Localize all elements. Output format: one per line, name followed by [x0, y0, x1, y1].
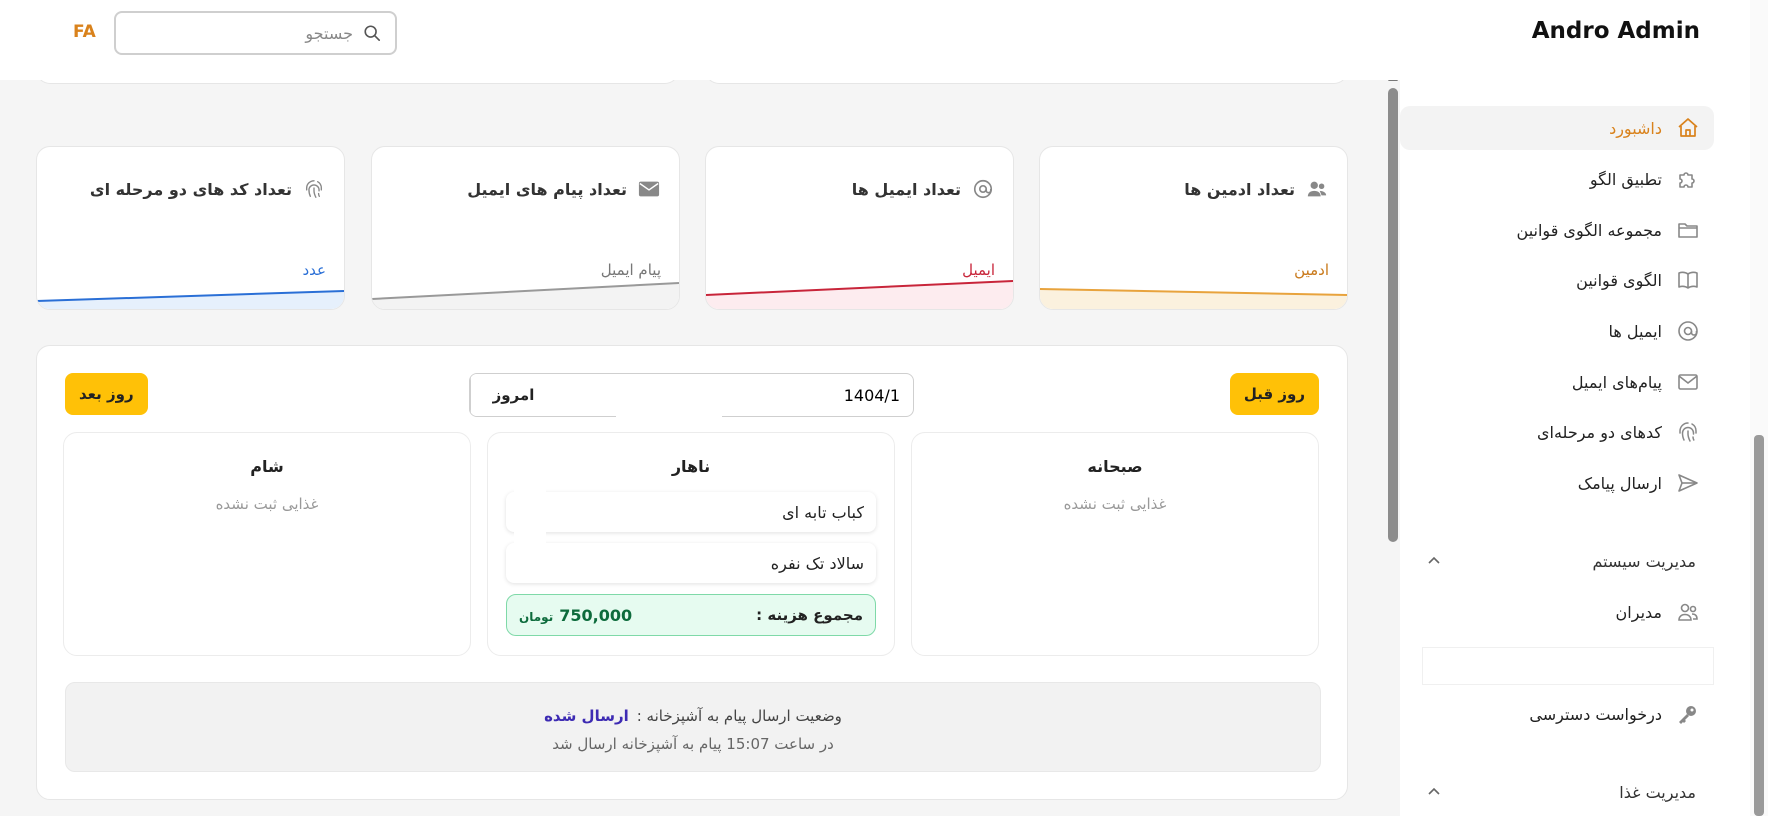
redaction-mask: [616, 375, 722, 417]
envelope-icon: [637, 177, 661, 201]
date-input[interactable]: [556, 374, 913, 416]
scrollbar-thumb[interactable]: [1388, 88, 1398, 542]
section-food-management[interactable]: مدیریت غذا: [1426, 777, 1696, 807]
total-cost-box: مجموع هزینه : 750,000 تومان: [506, 594, 876, 636]
stat-sparkline: [706, 280, 1013, 309]
stat-card-emails[interactable]: تعداد ایمیل ها ایمیل: [705, 146, 1014, 310]
sidebar-item-label: داشبورد: [1609, 118, 1662, 138]
envelope-icon: [1674, 368, 1702, 396]
section-label: مدیریت غذا: [1619, 782, 1696, 802]
food-item[interactable]: سالاد تک نفره: [506, 543, 876, 583]
key-icon: [1674, 700, 1702, 728]
kitchen-status-line: وضعیت ارسال پیام به آشپزخانه : ارسال شده: [66, 707, 1320, 725]
send-icon: [1674, 469, 1702, 497]
content-scrollbar[interactable]: [1387, 72, 1399, 816]
sidebar-item-label: ارسال پیامک: [1577, 473, 1662, 493]
redaction-mask: [672, 195, 679, 261]
next-day-button[interactable]: روز بعد: [65, 373, 148, 415]
stat-sparkline: [37, 290, 344, 309]
meal-empty-text: غذایی ثبت نشده: [215, 495, 319, 513]
meal-title: شام: [250, 457, 284, 476]
meal-empty-text: غذایی ثبت نشده: [1063, 495, 1167, 513]
stat-title: تعداد ایمیل ها: [851, 179, 961, 199]
fingerprint-icon: [1674, 418, 1702, 446]
stat-title: تعداد کد های دو مرحله ای: [89, 179, 292, 199]
currency-label: تومان: [519, 609, 554, 624]
total-cost-value: 750,000 تومان: [519, 606, 632, 625]
meal-column-breakfast: صبحانه غذایی ثبت نشده: [911, 432, 1319, 656]
users-icon: [1305, 177, 1329, 201]
stat-title: تعداد ادمین ها: [1184, 179, 1295, 199]
sidebar-item-label: تطبیق الگو: [1589, 169, 1662, 189]
search-box[interactable]: [114, 11, 397, 55]
meal-title: صبحانه: [1087, 457, 1143, 476]
stat-card-two-factor[interactable]: تعداد کد های دو مرحله ای عدد: [36, 146, 345, 310]
book-icon: [1674, 266, 1702, 294]
meal-title: ناهار: [671, 457, 711, 476]
sidebar-item-label: الگوی قوانین: [1576, 270, 1662, 290]
users-icon: [1674, 598, 1702, 626]
sidebar-item-label: درخواست دسترسی: [1529, 704, 1662, 724]
sidebar-item-two-factor-codes[interactable]: کدهای دو مرحله‌ای: [1400, 410, 1714, 454]
language-toggle[interactable]: FA: [73, 22, 96, 42]
section-label: مدیریت سیستم: [1592, 551, 1696, 571]
stat-sparkline: [372, 282, 679, 309]
stat-card-email-messages[interactable]: تعداد پیام های ایمیل پیام ایمیل: [371, 146, 680, 310]
sidebar-item-label: ایمیل ها: [1608, 321, 1663, 341]
at-icon: [971, 177, 995, 201]
chevron-up-icon: [1428, 556, 1440, 564]
home-icon: [1674, 114, 1702, 142]
sidebar-item-rule-pattern-sets[interactable]: مجموعه الگوی قوانین: [1400, 208, 1714, 252]
prev-day-button[interactable]: روز قبل: [1229, 373, 1319, 415]
sidebar-item-label: کدهای دو مرحله‌ای: [1536, 422, 1662, 442]
section-system-management[interactable]: مدیریت سیستم: [1426, 546, 1696, 576]
meal-column-lunch: ناهار کباب تابه ای سالاد تک نفره مجموع ه…: [487, 432, 895, 656]
sidebar-item-label: مجموعه الگوی قوانین: [1516, 220, 1662, 240]
at-icon: [1674, 317, 1702, 345]
total-cost-label: مجموع هزینه :: [756, 606, 863, 624]
search-icon: [364, 25, 381, 42]
stat-title: تعداد پیام های ایمیل: [467, 179, 627, 199]
food-item[interactable]: کباب تابه ای: [506, 492, 876, 532]
window-scrollbar-thumb[interactable]: [1754, 435, 1764, 816]
search-input[interactable]: [133, 22, 353, 44]
sidebar-item-dashboard[interactable]: داشبورد: [1400, 106, 1714, 150]
brand-title[interactable]: Andro Admin: [1532, 18, 1700, 44]
sidebar-item-emails[interactable]: ایمیل ها: [1400, 309, 1714, 353]
puzzle-icon: [1674, 165, 1702, 193]
sidebar-item-pattern-match[interactable]: تطبیق الگو: [1400, 157, 1714, 201]
kitchen-status-box: وضعیت ارسال پیام به آشپزخانه :ارسال شده …: [65, 682, 1321, 772]
meal-panel: روز قبل روز بعد امروز صبحانه غذایی ثبت ن…: [36, 345, 1348, 800]
sidebar-item-label: پیام‌های ایمیل: [1571, 372, 1662, 392]
today-button[interactable]: امروز: [470, 374, 556, 416]
kitchen-status-label: وضعیت ارسال پیام به آشپزخانه :: [636, 707, 842, 725]
kitchen-status-value: ارسال شده: [544, 707, 629, 725]
stat-card-admins[interactable]: تعداد ادمین ها ادمین: [1039, 146, 1348, 310]
window-scrollbar[interactable]: [1750, 0, 1768, 816]
sidebar-item-rule-patterns[interactable]: الگوی قوانین: [1400, 258, 1714, 302]
chevron-up-icon: [1428, 787, 1440, 795]
folder-icon: [1674, 216, 1702, 244]
sidebar-item-email-messages[interactable]: پیام‌های ایمیل: [1400, 360, 1714, 404]
sidebar: داشبورد تطبیق الگو مجموعه الگوی قوانین ا…: [1400, 80, 1750, 816]
top-header: Andro Admin FA: [0, 0, 1750, 80]
sidebar-item-managers[interactable]: مدیران: [1400, 590, 1714, 634]
total-cost-amount: 750,000: [559, 605, 633, 625]
sidebar-item-label: مدیران: [1615, 602, 1662, 622]
redaction-mask: [514, 469, 546, 545]
sidebar-item-send-sms[interactable]: ارسال پیامک: [1400, 461, 1714, 505]
sidebar-item-access-request[interactable]: درخواست دسترسی: [1400, 692, 1714, 736]
stat-sparkline: [1040, 288, 1347, 309]
meal-column-dinner: شام غذایی ثبت نشده: [63, 432, 471, 656]
redaction-mask: [1422, 647, 1714, 685]
fingerprint-icon: [302, 177, 326, 201]
kitchen-sent-message: در ساعت 15:07 پیام به آشپزخانه ارسال شد: [552, 735, 834, 753]
